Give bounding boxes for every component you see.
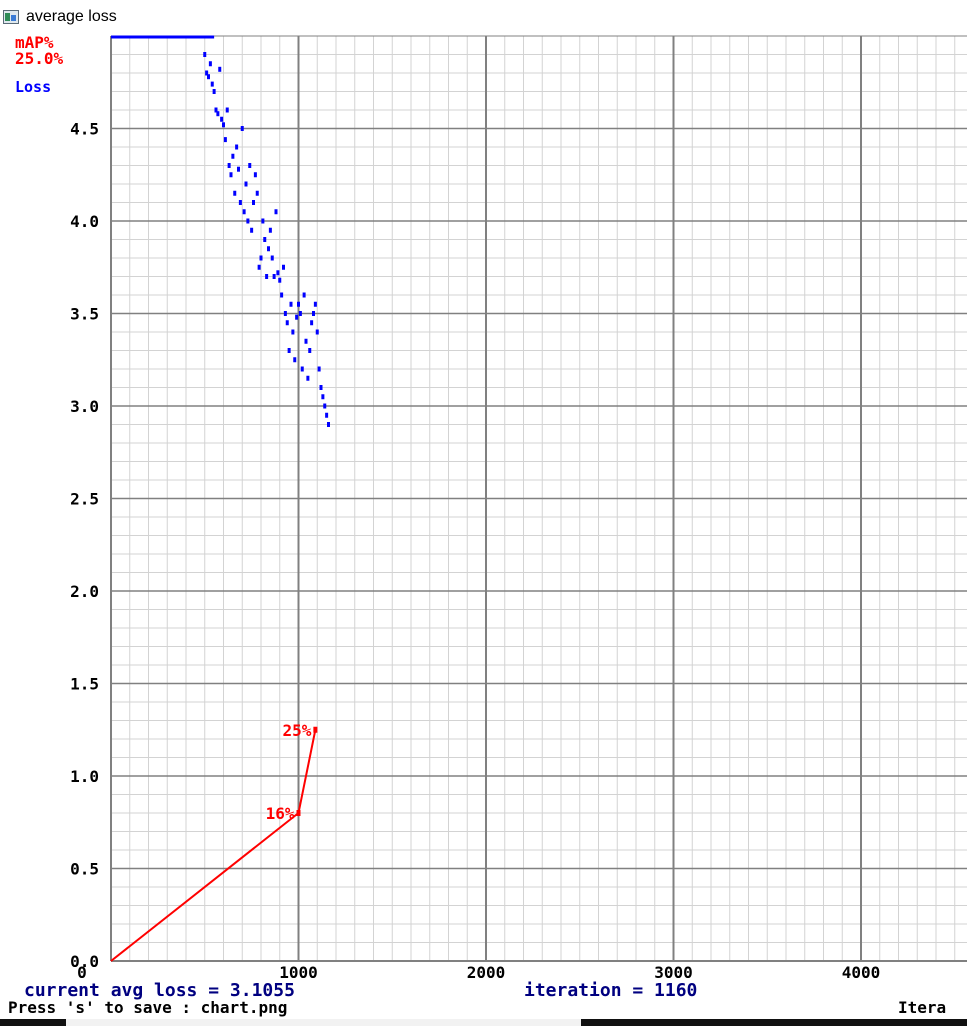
map-data-label: 25% [282, 721, 311, 740]
major-grid [111, 36, 967, 961]
loss-point [280, 292, 284, 298]
x-tick-label: 4000 [842, 963, 881, 982]
iteration-text: iteration = 1160 [524, 980, 697, 1001]
loss-point [306, 375, 310, 381]
loss-point [315, 329, 319, 335]
loss-point [220, 116, 224, 122]
loss-point [300, 366, 304, 372]
loss-point [317, 366, 321, 372]
loss-chart: 0.00.51.01.52.02.53.03.54.04.5 0 1000 2000… [8, 34, 967, 1017]
app-window-icon [3, 10, 19, 24]
loss-point [255, 190, 259, 196]
loss-point [283, 311, 287, 316]
loss-point [265, 274, 269, 279]
loss-point [252, 200, 255, 205]
map-line [110, 729, 317, 962]
map-data-label: 16% [266, 804, 295, 823]
loss-point [212, 89, 216, 94]
loss-point [312, 311, 315, 316]
loss-point [287, 348, 291, 353]
legend-loss-label: Loss [15, 78, 51, 96]
loss-point [263, 237, 267, 242]
map-point [296, 810, 301, 816]
y-tick-label: 3.5 [70, 305, 99, 324]
loss-point [302, 292, 306, 298]
loss-point [313, 301, 317, 307]
loss-point [293, 357, 297, 363]
loss-point [308, 348, 312, 353]
loss-point [298, 311, 302, 316]
loss-point [225, 107, 229, 113]
loss-point [246, 218, 250, 224]
loss-point [297, 301, 300, 307]
y-tick-label: 2.5 [70, 490, 99, 509]
map-point [313, 726, 318, 733]
loss-point [235, 144, 239, 150]
loss-point [238, 200, 242, 205]
loss-point [310, 320, 314, 326]
legend: mAP% 25.0% Loss [15, 34, 64, 96]
loss-point [223, 137, 227, 143]
loss-point [244, 181, 248, 187]
loss-point [325, 412, 329, 418]
loss-point [282, 264, 285, 270]
loss-point [231, 153, 235, 159]
y-tick-label: 4.0 [70, 212, 99, 231]
loss-point [233, 190, 237, 196]
loss-point [285, 320, 289, 326]
loss-point [216, 111, 220, 117]
loss-point [295, 314, 299, 320]
status-bar: current avg loss = 3.1055 iteration = 11… [8, 980, 946, 1017]
loss-point [323, 403, 327, 409]
loss-point [242, 209, 246, 215]
loss-point [237, 166, 240, 172]
loss-point [218, 66, 222, 72]
loss-point [257, 264, 261, 270]
loss-point [327, 422, 330, 427]
save-hint-text: Press 's' to save : chart.png [8, 998, 287, 1017]
loss-point [210, 81, 214, 87]
loss-point [261, 218, 265, 224]
iteration-right-text: Itera [898, 998, 946, 1017]
map-series: 16% 25% [110, 721, 318, 962]
y-tick-label: 1.5 [70, 675, 99, 694]
loss-point [207, 74, 210, 80]
loss-point [229, 172, 233, 178]
loss-point [250, 227, 254, 233]
loss-point [270, 255, 274, 261]
legend-map-value: 25.0% [15, 49, 64, 68]
y-tick-label: 4.5 [70, 120, 99, 139]
bottom-strip [0, 1019, 967, 1026]
loss-point [304, 338, 308, 344]
loss-point [248, 163, 252, 168]
loss-point [240, 126, 244, 131]
loss-point [208, 61, 212, 67]
loss-point [267, 246, 270, 252]
loss-point [319, 385, 323, 390]
loss-point [276, 270, 280, 276]
loss-point [272, 274, 276, 279]
loss-point [203, 52, 207, 57]
y-tick-label: 1.0 [70, 767, 99, 786]
loss-point [259, 255, 263, 261]
loss-point [289, 301, 293, 307]
loss-point [274, 209, 278, 215]
loss-point [253, 172, 257, 178]
loss-point [321, 394, 325, 400]
window-titlebar: average loss [0, 0, 967, 34]
y-tick-label: 2.0 [70, 582, 99, 601]
y-tick-label: 3.0 [70, 397, 99, 416]
loss-point [278, 277, 282, 283]
y-tick-labels: 0.00.51.01.52.02.53.03.54.04.5 [70, 120, 99, 972]
x-tick-label: 2000 [467, 963, 506, 982]
loss-point [227, 163, 231, 168]
y-tick-label: 0.5 [70, 860, 99, 879]
window-title: average loss [26, 8, 117, 25]
loss-point [268, 227, 272, 233]
loss-point [291, 329, 295, 335]
loss-point [222, 122, 225, 128]
